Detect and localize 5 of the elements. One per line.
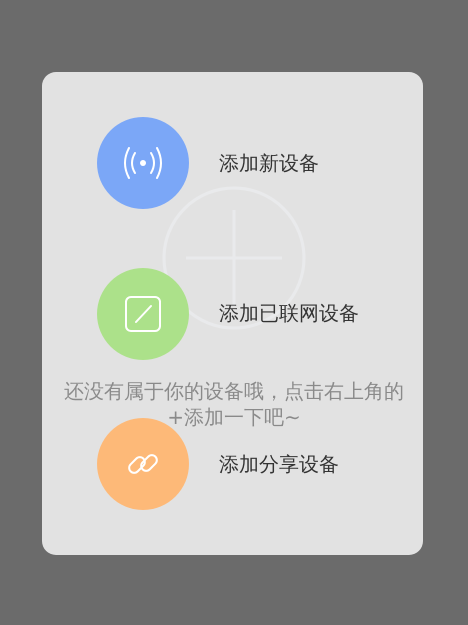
menu-item[interactable]: 添加已联网设备 [219,300,359,327]
edit-icon [124,294,162,332]
menu-item[interactable]: 添加新设备 [219,150,319,176]
empty-message: 还没有属于你的设备哦，点击右上角的+添加一下吧~ [63,378,405,430]
menu-item[interactable]: 添加分享设备 [219,450,339,478]
